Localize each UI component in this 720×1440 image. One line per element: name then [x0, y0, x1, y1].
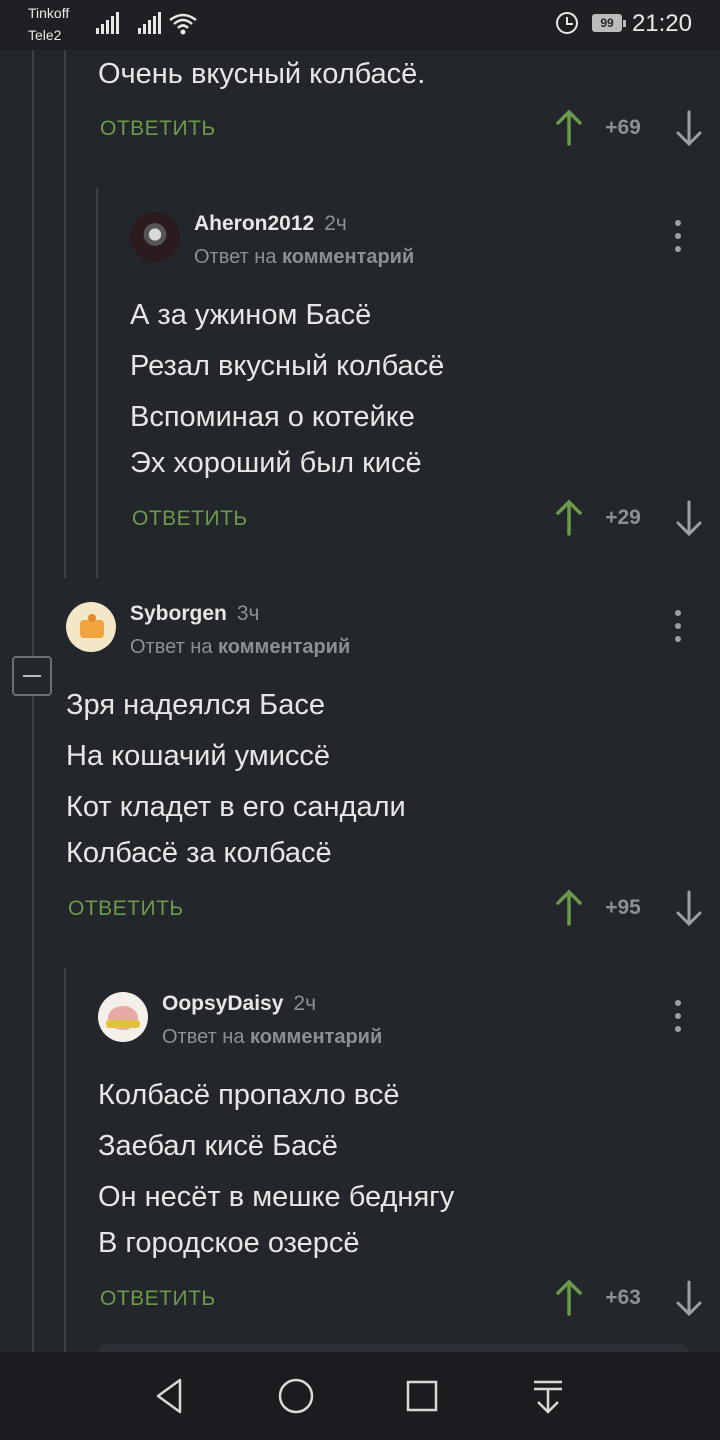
upvote-icon[interactable] [554, 1278, 584, 1318]
reply-to-prefix: Ответ на [194, 246, 277, 268]
comment-score: +69 [605, 116, 641, 139]
comment-text: Кот кладет в его сандали [66, 791, 406, 823]
vote-block: +69 [554, 108, 704, 148]
comment-text: Резал вкусный колбасё [130, 350, 445, 382]
recents-icon[interactable] [398, 1372, 446, 1420]
reply-to-prefix: Ответ на [162, 1026, 245, 1048]
thread-line[interactable] [96, 188, 98, 578]
comment-text: Зря надеялся Басе [66, 689, 325, 721]
clock: 21:20 [631, 10, 692, 37]
vote-block: +29 [554, 498, 704, 538]
reply-to-prefix: Ответ на [130, 636, 213, 658]
home-icon[interactable] [272, 1372, 320, 1420]
upvote-icon[interactable] [554, 888, 584, 928]
author-name[interactable]: Syborgen [130, 602, 227, 625]
comment-time: 3ч [236, 602, 260, 625]
comment-text: Заебал кисё Басё [98, 1130, 338, 1162]
next-comment-card [98, 1344, 688, 1352]
vote-block: +63 [554, 1278, 704, 1318]
comment-text: А за ужином Басё [130, 299, 372, 331]
wifi-icon [169, 13, 197, 35]
back-icon[interactable] [146, 1372, 194, 1420]
author-name[interactable]: Aheron2012 [194, 212, 314, 235]
reply-button[interactable]: ОТВЕТИТЬ [68, 897, 184, 921]
more-icon[interactable] [668, 608, 688, 644]
reply-button[interactable]: ОТВЕТИТЬ [132, 507, 248, 531]
avatar[interactable] [66, 602, 116, 652]
comment-text: В городское озерсё [98, 1227, 360, 1259]
comment-text: Колбасё за колбасё [66, 837, 332, 869]
comment-score: +63 [605, 1286, 641, 1309]
comment-author[interactable]: Syborgen 3ч [130, 602, 259, 626]
comment-text: Очень вкусный колбасё. [98, 58, 426, 90]
comment-text: На кошачий умиссё [66, 740, 331, 772]
notifications-icon[interactable] [524, 1372, 572, 1420]
downvote-icon[interactable] [674, 888, 704, 928]
author-name[interactable]: OopsyDaisy [162, 992, 283, 1015]
navigation-bar [0, 1352, 720, 1440]
status-bar: Tinkoff Tele2 99 21:20 [0, 0, 720, 50]
downvote-icon[interactable] [674, 1278, 704, 1318]
reply-to-link[interactable]: комментарий [218, 636, 350, 658]
reply-to: Ответ на комментарий [130, 636, 350, 659]
collapse-icon[interactable] [12, 656, 52, 696]
comment-author[interactable]: OopsyDaisy 2ч [162, 992, 316, 1016]
comment-text: Вспоминая о котейке [130, 401, 415, 433]
comment-author[interactable]: Aheron2012 2ч [194, 212, 347, 236]
reply-button[interactable]: ОТВЕТИТЬ [100, 1287, 216, 1311]
reply-to-link[interactable]: комментарий [250, 1026, 382, 1048]
comment-text: Он несёт в мешке беднягу [98, 1181, 455, 1213]
avatar[interactable] [98, 992, 148, 1042]
comment-time: 2ч [324, 212, 347, 235]
comment-score: +29 [605, 506, 641, 529]
downvote-icon[interactable] [674, 108, 704, 148]
comment-text: Эх хороший был кисё [130, 447, 422, 479]
signal-icon [138, 12, 162, 34]
more-icon[interactable] [668, 998, 688, 1034]
avatar[interactable] [130, 212, 180, 262]
comment-time: 2ч [293, 992, 317, 1015]
reply-to: Ответ на комментарий [162, 1026, 382, 1049]
comment-score: +95 [605, 896, 641, 919]
more-icon[interactable] [668, 218, 688, 254]
thread-line[interactable] [64, 968, 66, 1352]
comment-text: Колбасё пропахло всё [98, 1079, 400, 1111]
battery-indicator: 99 [592, 14, 626, 32]
thread-line[interactable] [64, 50, 66, 578]
carrier-name-2: Tele2 [28, 27, 62, 43]
signal-icon [96, 12, 120, 34]
downvote-icon[interactable] [674, 498, 704, 538]
reply-to: Ответ на комментарий [194, 246, 414, 269]
reply-to-link[interactable]: комментарий [282, 246, 414, 268]
alarm-icon [556, 12, 578, 34]
carrier-name-1: Tinkoff [28, 5, 70, 21]
upvote-icon[interactable] [554, 498, 584, 538]
upvote-icon[interactable] [554, 108, 584, 148]
vote-block: +95 [554, 888, 704, 928]
thread-line[interactable] [32, 50, 34, 1352]
reply-button[interactable]: ОТВЕТИТЬ [100, 117, 216, 141]
